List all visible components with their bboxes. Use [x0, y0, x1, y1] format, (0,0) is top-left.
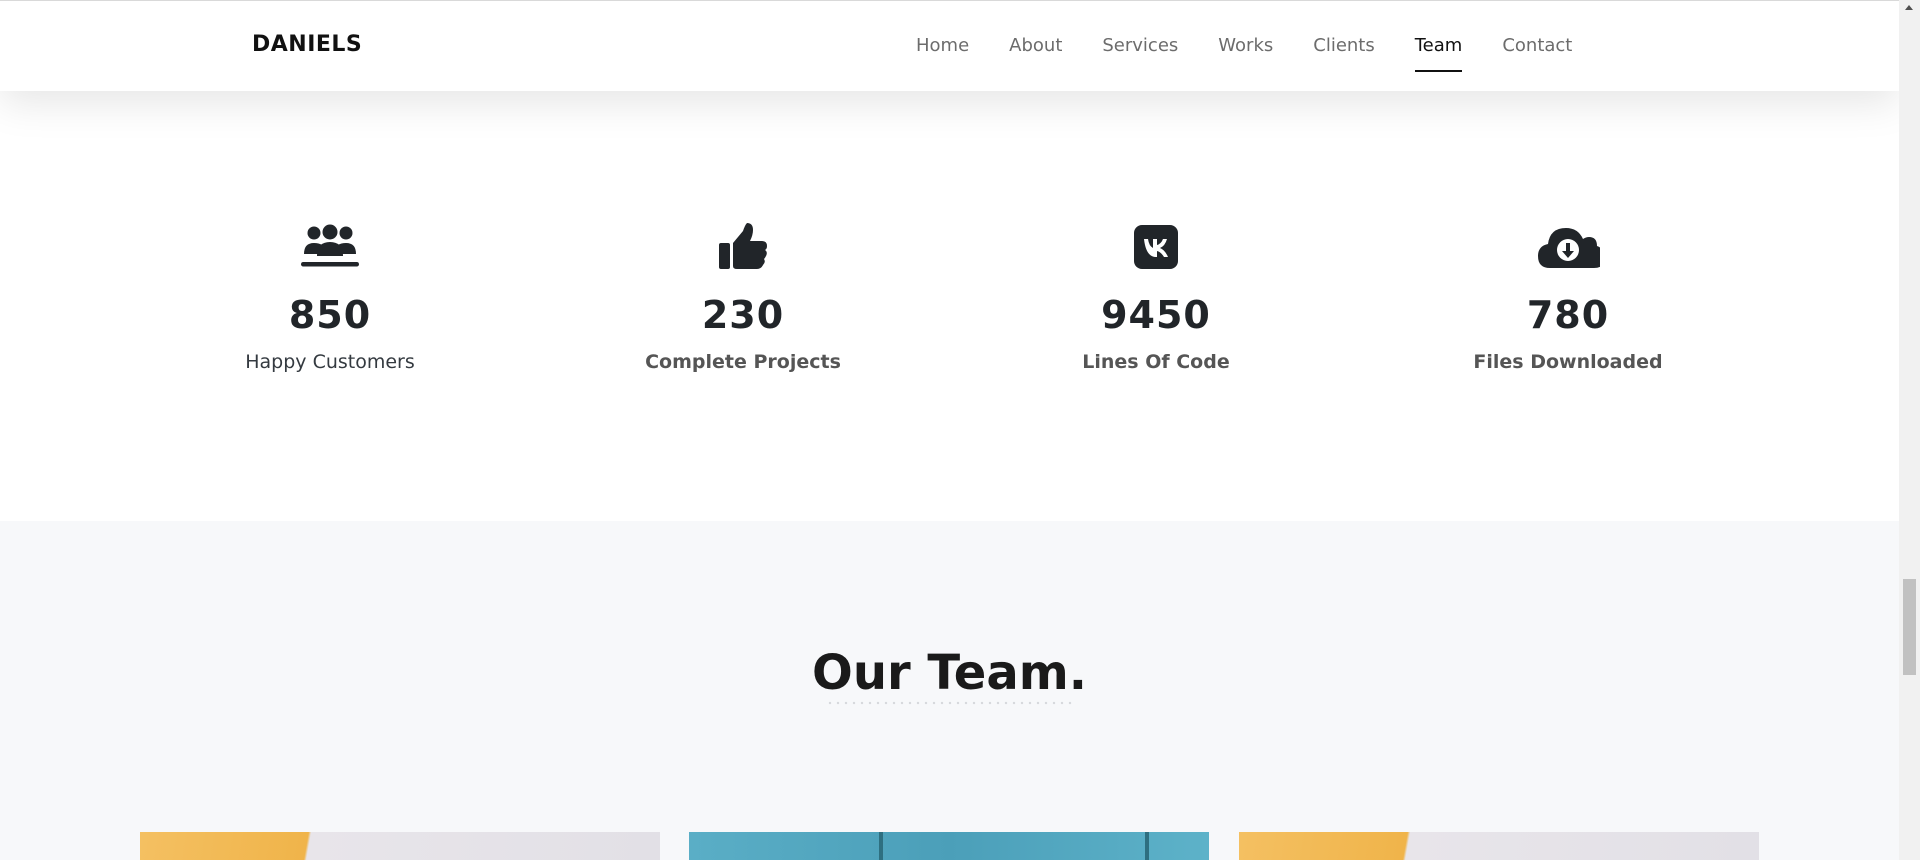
team-member-card[interactable]: [140, 832, 660, 860]
counters-section: 850 Happy Customers 230 Complete Project…: [0, 91, 1899, 521]
page: DANIELS Home About Services Works Client…: [0, 0, 1899, 860]
counter-lines-of-code: 9450 Lines Of Code: [1006, 221, 1306, 373]
counter-happy-customers: 850 Happy Customers: [180, 221, 480, 373]
nav-item-services[interactable]: Services: [1082, 35, 1198, 56]
counter-label: Lines Of Code: [1082, 351, 1230, 373]
counter-value: 780: [1526, 293, 1610, 337]
navbar: DANIELS Home About Services Works Client…: [0, 0, 1899, 91]
scroll-up-arrow-icon[interactable]: [1905, 5, 1913, 10]
nav-item-contact[interactable]: Contact: [1482, 35, 1592, 56]
photo-detail: [879, 832, 883, 860]
nav-item-works[interactable]: Works: [1198, 35, 1293, 56]
main-nav: Home About Services Works Clients Team C…: [896, 35, 1592, 72]
counter-value: 9450: [1101, 293, 1211, 337]
nav-item-home[interactable]: Home: [896, 35, 989, 56]
nav-item-about[interactable]: About: [989, 35, 1082, 56]
counter-files-downloaded: 780 Files Downloaded: [1418, 221, 1718, 373]
section-title: Our Team.: [812, 645, 1087, 701]
counter-label: Happy Customers: [245, 351, 415, 373]
counter-value: 850: [288, 293, 372, 337]
thumbs-up-icon: [711, 221, 775, 273]
vk-icon: [1124, 221, 1188, 273]
team-member-photo: [1239, 832, 1759, 860]
photo-detail: [1145, 832, 1149, 860]
team-section: Our Team.: [0, 521, 1899, 860]
team-member-card[interactable]: [689, 832, 1209, 860]
scrollbar-thumb[interactable]: [1903, 579, 1916, 675]
nav-item-clients[interactable]: Clients: [1293, 35, 1395, 56]
counter-value: 230: [701, 293, 785, 337]
team-member-photo: [689, 832, 1209, 860]
cloud-download-icon: [1536, 221, 1600, 273]
counter-label: Complete Projects: [645, 351, 841, 373]
team-member-card[interactable]: [1239, 832, 1759, 860]
counter-complete-projects: 230 Complete Projects: [593, 221, 893, 373]
users-icon: [298, 221, 362, 273]
title-underline-dots: [826, 701, 1072, 705]
vertical-scrollbar[interactable]: [1899, 0, 1920, 860]
counter-label: Files Downloaded: [1473, 351, 1663, 373]
team-member-photo: [140, 832, 660, 860]
brand-logo[interactable]: DANIELS: [252, 32, 362, 57]
nav-item-team[interactable]: Team: [1395, 35, 1483, 72]
